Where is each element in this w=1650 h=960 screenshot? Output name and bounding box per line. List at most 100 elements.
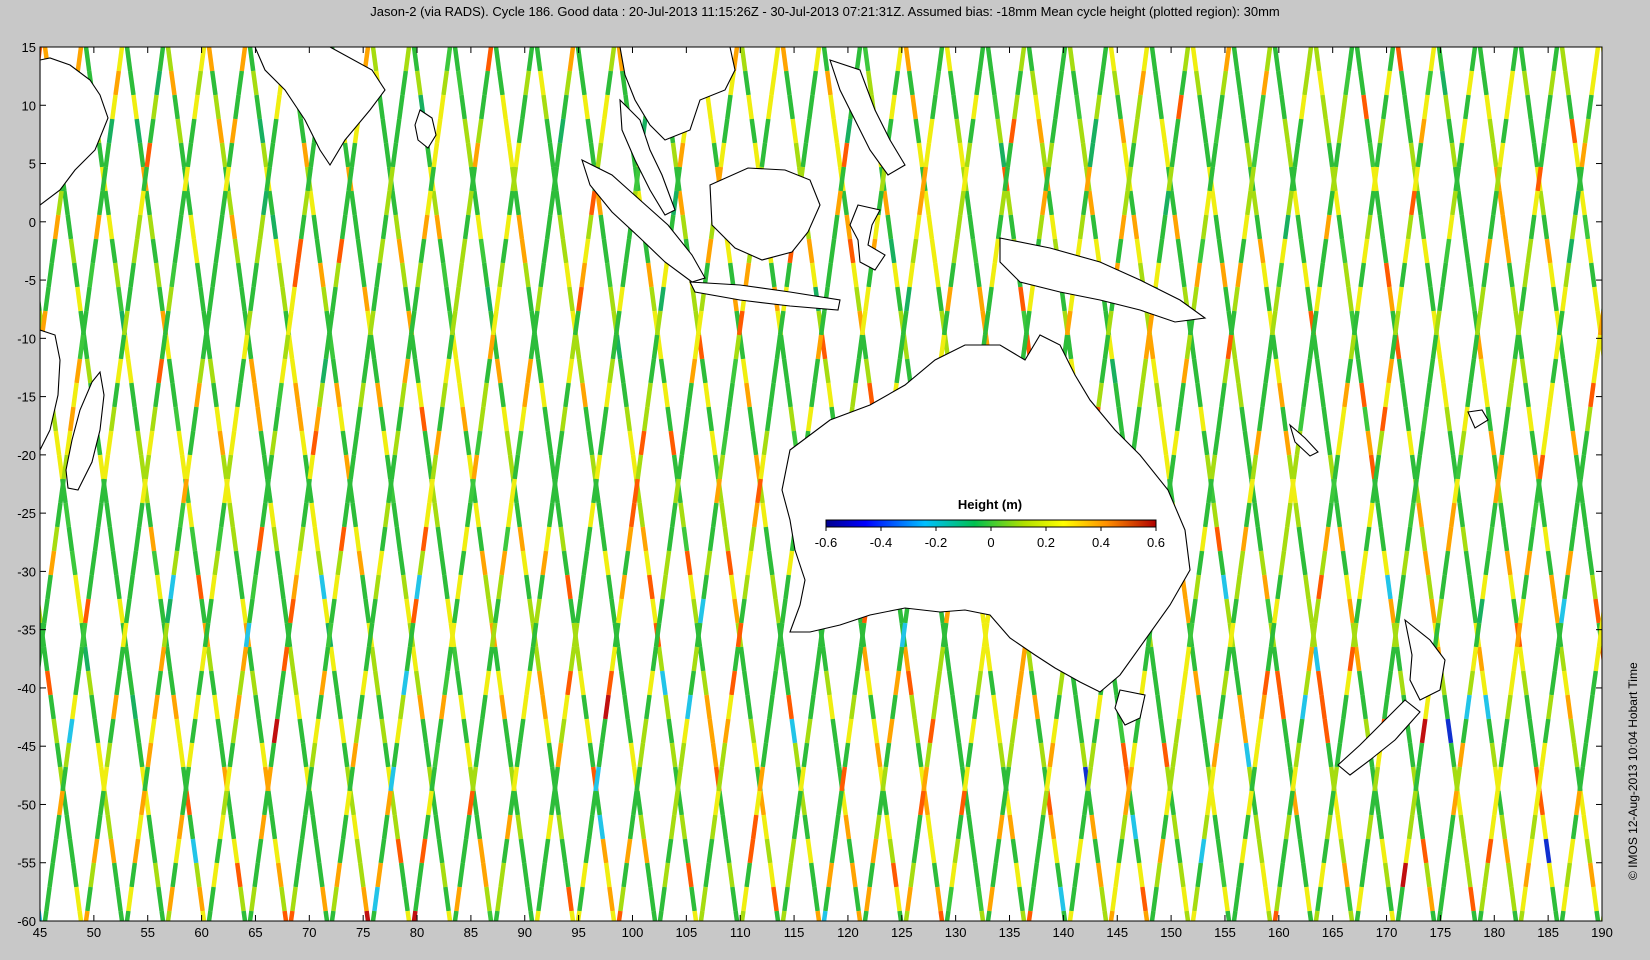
track-segment xyxy=(259,502,268,528)
track-segment xyxy=(1233,886,1241,912)
track-segment xyxy=(604,262,613,288)
track-segment xyxy=(1197,94,1205,120)
colorbar-tick-label: 0 xyxy=(987,535,994,550)
track-segment xyxy=(425,454,434,480)
track-segment xyxy=(908,862,917,888)
track-segment xyxy=(1212,814,1221,840)
track-segment xyxy=(266,454,275,480)
x-tick-label: 80 xyxy=(410,925,424,940)
track-segment xyxy=(534,910,541,921)
track-segment xyxy=(172,94,180,120)
track-segment xyxy=(539,382,547,408)
y-tick-label: -30 xyxy=(17,564,36,579)
track-segment xyxy=(1640,623,1643,647)
track-segment xyxy=(410,646,419,672)
track-segment xyxy=(1149,910,1156,921)
track-segment xyxy=(1192,886,1200,912)
track-segment xyxy=(741,886,749,912)
track-segment xyxy=(774,910,781,921)
track-segment xyxy=(688,574,696,600)
track-segment xyxy=(1231,47,1240,72)
track-segment xyxy=(751,742,760,768)
track-segment xyxy=(1252,502,1261,528)
track-segment xyxy=(1049,214,1058,240)
track-segment xyxy=(1240,526,1249,552)
x-tick-label: 170 xyxy=(1376,925,1398,940)
track-segment xyxy=(151,94,159,120)
track-segment xyxy=(1508,574,1516,600)
track-segment xyxy=(214,406,223,432)
track-segment xyxy=(1318,382,1326,408)
track-segment xyxy=(487,910,494,921)
track-segment xyxy=(448,622,457,648)
track-segment xyxy=(899,622,908,648)
x-tick-label: 185 xyxy=(1537,925,1559,940)
track-segment xyxy=(896,646,905,672)
track-segment xyxy=(111,694,119,720)
track-segment xyxy=(1315,886,1323,912)
track-segment xyxy=(1386,886,1394,912)
track-segment xyxy=(1454,766,1463,792)
y-tick-label: 10 xyxy=(22,98,36,113)
track-segment xyxy=(1008,214,1017,240)
track-segment xyxy=(798,766,807,792)
track-segment xyxy=(165,910,172,921)
track-segment xyxy=(145,742,154,768)
track-segment xyxy=(341,742,350,768)
track-segment xyxy=(477,406,486,432)
track-segment xyxy=(1561,886,1569,912)
track-segment xyxy=(479,94,487,120)
track-segment xyxy=(349,142,358,168)
track-segment xyxy=(1409,454,1418,480)
track-segment xyxy=(1473,622,1482,648)
track-segment xyxy=(554,142,563,168)
track-segment xyxy=(250,574,258,600)
track-segment xyxy=(407,622,416,648)
track-segment xyxy=(1547,262,1556,288)
track-segment xyxy=(710,502,719,528)
track-segment xyxy=(1313,910,1320,921)
track-segment xyxy=(961,166,970,192)
track-segment xyxy=(110,94,118,120)
track-segment xyxy=(703,862,712,888)
track-segment xyxy=(771,886,779,912)
track-segment xyxy=(1223,286,1231,312)
track-segment xyxy=(770,574,778,600)
track-segment xyxy=(248,286,256,312)
track-segment xyxy=(457,382,465,408)
track-segment xyxy=(184,454,193,480)
track-segment xyxy=(70,862,79,888)
track-segment xyxy=(964,142,973,168)
track-segment xyxy=(621,862,630,888)
track-segment xyxy=(142,766,151,792)
track-segment xyxy=(434,214,443,240)
track-segment xyxy=(196,574,204,600)
track-segment xyxy=(480,862,489,888)
track-segment xyxy=(1236,382,1244,408)
track-segment xyxy=(334,862,343,888)
track-segment xyxy=(159,334,168,360)
track-segment xyxy=(760,742,769,768)
track-segment xyxy=(522,382,530,408)
track-segment xyxy=(1346,286,1354,312)
track-segment xyxy=(943,646,952,672)
track-segment xyxy=(1455,454,1464,480)
track-segment xyxy=(153,382,161,408)
track-segment xyxy=(1464,862,1473,888)
track-segment xyxy=(1437,286,1445,312)
track-segment xyxy=(606,574,614,600)
track-segment xyxy=(1095,694,1103,720)
track-segment xyxy=(1159,214,1168,240)
track-segment xyxy=(115,886,123,912)
track-segment xyxy=(1463,94,1471,120)
track-segment xyxy=(309,502,318,528)
track-segment xyxy=(1039,142,1048,168)
track-segment xyxy=(446,910,453,921)
track-segment xyxy=(134,214,143,240)
track-segment xyxy=(596,742,605,768)
track-segment xyxy=(1170,742,1179,768)
track-segment xyxy=(700,886,708,912)
track-segment xyxy=(97,454,106,480)
track-segment xyxy=(1588,262,1597,288)
track-segment xyxy=(1129,742,1138,768)
